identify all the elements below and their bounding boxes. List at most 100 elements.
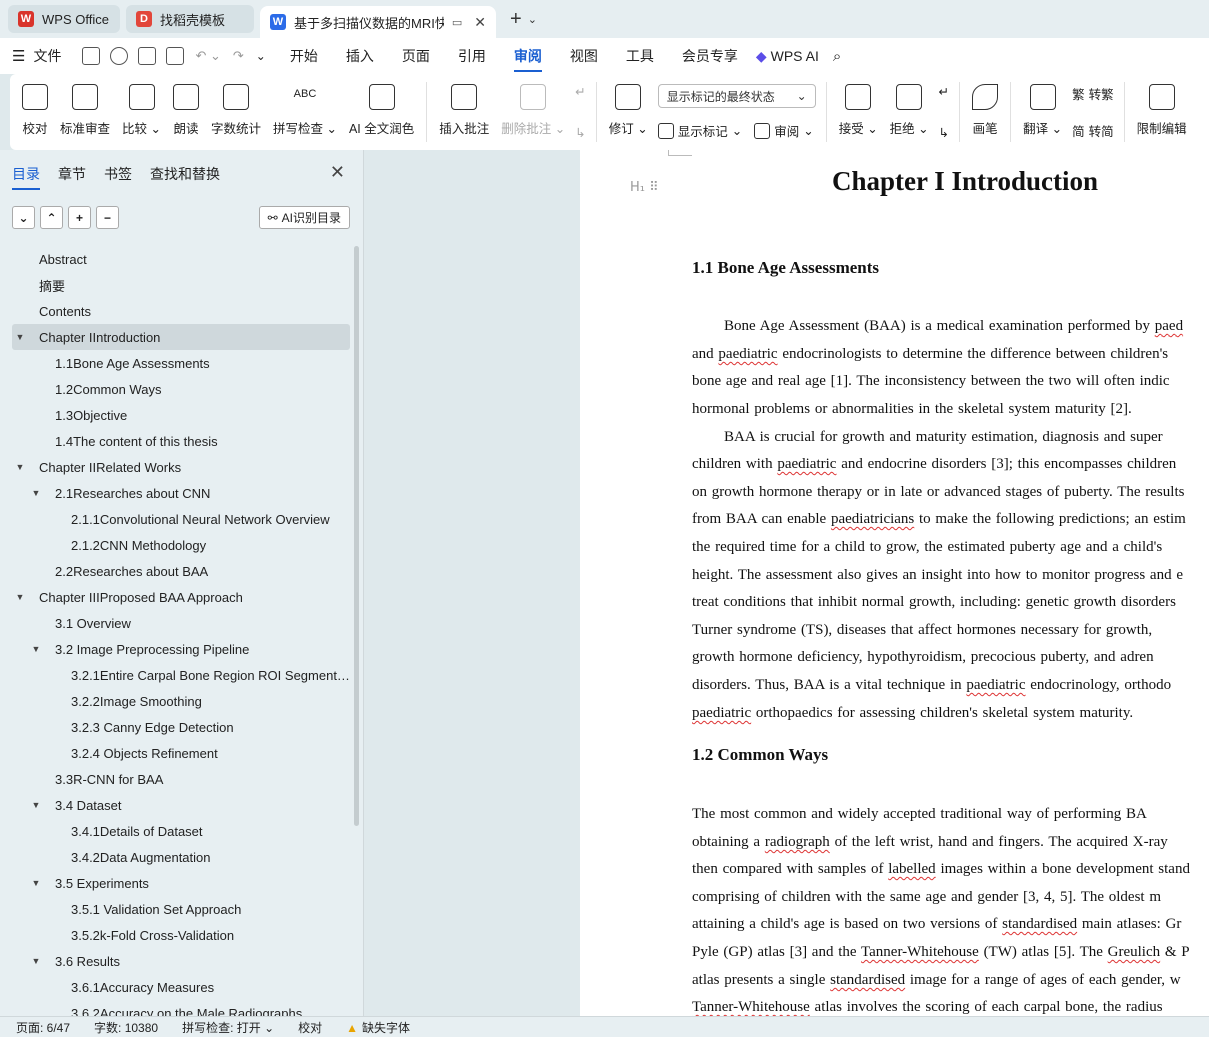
missing-font-indicator[interactable]: ▲ 缺失字体 — [334, 1019, 422, 1036]
remove-heading-icon[interactable]: − — [96, 206, 119, 229]
toc-item[interactable]: 3.4.2Data Augmentation — [12, 844, 350, 870]
hamburger-icon[interactable]: ☰ — [12, 47, 25, 65]
file-menu[interactable]: 文件 — [33, 46, 61, 66]
document-page[interactable]: H₁ ⠿ Chapter I Introduction 1.1 Bone Age… — [580, 150, 1209, 1016]
tab-wps-office[interactable]: W WPS Office — [8, 5, 120, 33]
tab-toc[interactable]: 目录 — [12, 164, 40, 190]
menu-member[interactable]: 会员专享 — [682, 46, 738, 66]
export-icon[interactable] — [110, 47, 129, 65]
collapse-triangle-icon[interactable]: ▼ — [12, 462, 28, 472]
menu-tools[interactable]: 工具 — [626, 46, 654, 66]
toc-item[interactable]: ▼ 3.2 Image Preprocessing Pipeline — [12, 636, 350, 662]
menu-insert[interactable]: 插入 — [346, 46, 374, 66]
track-changes-button[interactable]: 修订 ⌄ — [603, 80, 654, 144]
collapse-up-icon[interactable]: ⌃ — [40, 206, 63, 229]
to-traditional-button[interactable]: 繁转繁 — [1072, 84, 1114, 103]
menu-wps-ai[interactable]: WPS AI — [771, 48, 819, 64]
tab-sections[interactable]: 章节 — [58, 164, 86, 190]
menu-page[interactable]: 页面 — [402, 46, 430, 66]
close-tab-icon[interactable]: ✕ — [474, 14, 486, 31]
toc-item[interactable]: 1.4The content of this thesis — [12, 428, 350, 454]
new-tab-icon[interactable]: + — [510, 8, 522, 31]
previous-change-icon[interactable]: ↵ — [939, 84, 949, 99]
toc-item[interactable]: 3.5.1 Validation Set Approach — [12, 896, 350, 922]
tab-find-replace[interactable]: 查找和替换 — [150, 164, 220, 190]
toc-item[interactable]: 3.2.2Image Smoothing — [12, 688, 350, 714]
expand-down-icon[interactable]: ⌄ — [12, 206, 35, 229]
toc-item[interactable]: 2.2Researches about BAA — [12, 558, 350, 584]
markup-mode-select[interactable]: 显示标记的最终状态 ⌄ — [657, 84, 816, 108]
toc-item[interactable]: 3.4.1Details of Dataset — [12, 818, 350, 844]
collapse-triangle-icon[interactable]: ▼ — [28, 878, 44, 888]
menu-home[interactable]: 开始 — [290, 46, 318, 66]
toc-item[interactable]: ▼ 3.5 Experiments — [12, 870, 350, 896]
close-pane-icon[interactable]: ✕ — [330, 162, 345, 183]
tab-bookmarks[interactable]: 书签 — [104, 164, 132, 190]
heading-drag-handle-icon[interactable]: H₁ ⠿ — [630, 180, 659, 195]
toc-item[interactable]: 2.1.2CNN Methodology — [12, 532, 350, 558]
spell-check-button[interactable]: ABC 拼写检查 ⌄ — [267, 80, 343, 144]
proof-indicator[interactable]: 校对 — [286, 1019, 334, 1036]
ai-polish-button[interactable]: AI 全文润色 — [343, 80, 420, 144]
ai-toc-button[interactable]: ⚯ AI识别目录 — [258, 206, 350, 229]
translate-button[interactable]: 翻译 ⌄ — [1017, 80, 1068, 144]
print-preview-icon[interactable] — [166, 47, 185, 65]
to-simplified-button[interactable]: 简转简 — [1072, 121, 1114, 140]
toc-item[interactable]: ▼ Chapter IIRelated Works — [12, 454, 350, 480]
collapse-triangle-icon[interactable]: ▼ — [28, 644, 44, 654]
show-markup-button[interactable]: 显示标记 ⌄ — [657, 121, 742, 140]
standard-review-button[interactable]: 标准审查 — [54, 80, 116, 144]
toc-scrollbar[interactable] — [354, 246, 359, 826]
toc-item[interactable]: 2.1.1Convolutional Neural Network Overvi… — [12, 506, 350, 532]
toc-item[interactable]: 1.2Common Ways — [12, 376, 350, 402]
next-change-icon[interactable]: ↳ — [939, 125, 949, 140]
accept-button[interactable]: 接受 ⌄ — [833, 80, 884, 144]
print-icon[interactable] — [138, 47, 157, 65]
toc-item[interactable]: ▼ Chapter IIIProposed BAA Approach — [12, 584, 350, 610]
collapse-triangle-icon[interactable]: ▼ — [28, 488, 44, 498]
menu-references[interactable]: 引用 — [458, 46, 486, 66]
collapse-triangle-icon[interactable]: ▼ — [12, 332, 28, 342]
redo-icon[interactable]: ↷ — [233, 48, 244, 64]
undo-icon[interactable]: ↶ ⌄ — [195, 48, 220, 64]
toc-item[interactable]: ▼ 3.4 Dataset — [12, 792, 350, 818]
tab-document[interactable]: W 基于多扫描仪数据的MRI快速 ▭ ✕ — [260, 6, 496, 38]
tab-list-chevron-icon[interactable]: ⌄ — [528, 13, 537, 26]
toc-item[interactable]: 1.1Bone Age Assessments — [12, 350, 350, 376]
toc-item[interactable]: ▼ 2.1Researches about CNN — [12, 480, 350, 506]
collapse-triangle-icon[interactable]: ▼ — [12, 592, 28, 602]
toc-item[interactable]: 3.3R-CNN for BAA — [12, 766, 350, 792]
word-count-button[interactable]: 字数统计 — [205, 80, 267, 144]
save-icon[interactable] — [82, 47, 101, 65]
menu-view[interactable]: 视图 — [570, 46, 598, 66]
toc-item[interactable]: ▼ Chapter IIntroduction — [12, 324, 350, 350]
search-icon[interactable]: ⌕ — [833, 48, 841, 65]
insert-comment-button[interactable]: 插入批注 — [433, 80, 495, 144]
menu-review[interactable]: 审阅 — [513, 46, 542, 72]
delete-comment-button[interactable]: 删除批注 ⌄ — [495, 80, 571, 144]
reject-button[interactable]: 拒绝 ⌄ — [884, 80, 935, 144]
previous-comment-icon[interactable]: ↵ — [575, 84, 585, 99]
proofread-button[interactable]: 校对 — [16, 80, 54, 144]
pen-button[interactable]: 画笔 — [966, 80, 1004, 144]
word-count-indicator[interactable]: 字数: 10380 — [82, 1019, 170, 1036]
collapse-triangle-icon[interactable]: ▼ — [28, 956, 44, 966]
toc-item[interactable]: 摘要 — [12, 272, 350, 298]
compare-button[interactable]: 比较 ⌄ — [116, 80, 167, 144]
review-pane-button[interactable]: 审阅 ⌄ — [754, 121, 814, 140]
page-indicator[interactable]: 页面: 6/47 — [16, 1019, 82, 1036]
toc-item[interactable]: 3.5.2k-Fold Cross-Validation — [12, 922, 350, 948]
toc-item[interactable]: Abstract — [12, 246, 350, 272]
more-chevron-icon[interactable]: ⌄ — [256, 49, 266, 63]
toc-item[interactable]: 3.2.4 Objects Refinement — [12, 740, 350, 766]
toc-item[interactable]: 1.3Objective — [12, 402, 350, 428]
toc-item[interactable]: 3.2.3 Canny Edge Detection — [12, 714, 350, 740]
add-heading-icon[interactable]: + — [68, 206, 91, 229]
next-comment-icon[interactable]: ↳ — [575, 125, 585, 140]
toc-item[interactable]: ▼ 3.6 Results — [12, 948, 350, 974]
toc-item[interactable]: Contents — [12, 298, 350, 324]
collapse-triangle-icon[interactable]: ▼ — [28, 800, 44, 810]
toc-item[interactable]: 3.2.1Entire Carpal Bone Region ROI Segme… — [12, 662, 350, 688]
spell-check-toggle[interactable]: 拼写检查: 打开 ⌄ — [170, 1019, 286, 1036]
toc-item[interactable]: 3.1 Overview — [12, 610, 350, 636]
